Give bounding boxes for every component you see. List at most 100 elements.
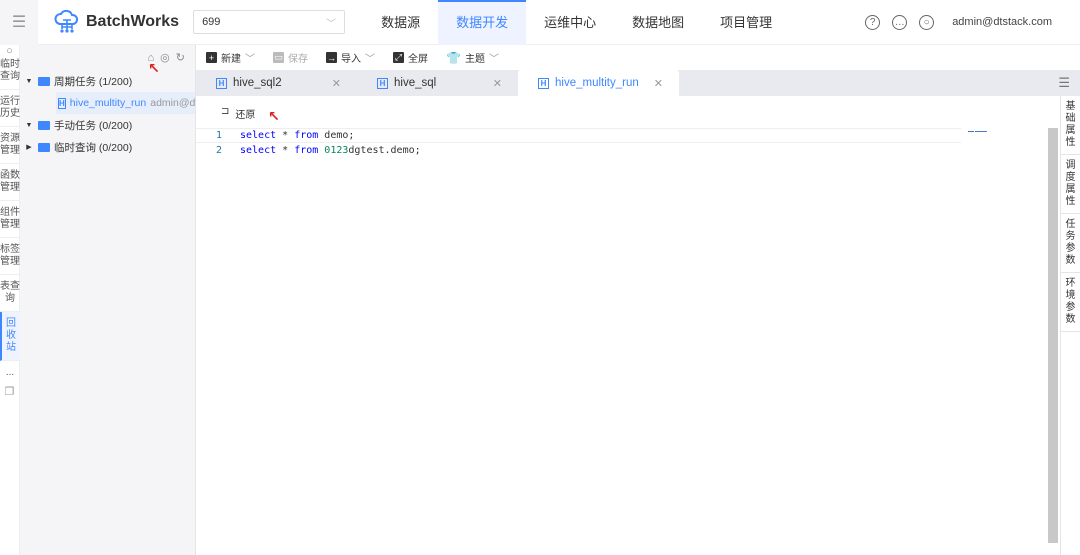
editor-scrollbar[interactable] [1048, 128, 1058, 543]
top-header: ☰ BatchWorks 699 ﹀ 数据源 数据开发 运维中心 数据地图 项目管… [0, 0, 1080, 45]
nav-temp-query[interactable]: 临时查询 [0, 59, 20, 90]
restore-icon: ⊐ [221, 106, 230, 117]
tab-hive-sql[interactable]: Hhive_sql ✕ [357, 70, 518, 96]
nav-data-map[interactable]: 数据地图 [614, 0, 702, 45]
annotation-arrow-icon: ↖ [268, 108, 280, 124]
restore-button[interactable]: ⊐ 还原 [221, 106, 255, 121]
chevron-down-icon: ﹀ [326, 18, 337, 30]
caret-down-icon: ▼ [25, 121, 33, 129]
project-select-value: 699 [202, 16, 221, 28]
hive-icon: H [58, 97, 66, 109]
identifier: demo; [318, 130, 355, 141]
identifier: dgtest.demo; [348, 145, 421, 156]
plus-icon: + [206, 52, 217, 63]
panel-task-params[interactable]: 任务参数 [1061, 214, 1080, 273]
nav-table-query[interactable]: 表查询 [0, 275, 20, 312]
message-icon[interactable]: … [892, 14, 908, 30]
nav-more[interactable]: ... [0, 361, 20, 385]
tab-hive-sql2[interactable]: Hhive_sql2 ✕ [196, 70, 357, 96]
panel-env-params[interactable]: 环境参数 [1061, 273, 1080, 332]
folder-icon [38, 76, 50, 86]
new-button[interactable]: + 新建 ﹀ [206, 50, 255, 65]
line-number: 1 [215, 130, 222, 141]
tree-folder-temp-query[interactable]: ▶ 临时查询 (0/200) [20, 136, 195, 158]
editor-tabs: Hhive_sql2 ✕ Hhive_sql ✕ Hhive_multity_run… [196, 70, 1080, 96]
new-label: 新建 [221, 54, 241, 65]
save-icon: ▭ [273, 52, 284, 63]
close-icon[interactable]: ✕ [654, 77, 663, 90]
close-icon[interactable]: ✕ [493, 77, 502, 90]
caret-right-icon: ▶ [26, 144, 32, 151]
panel-basic-props[interactable]: 基础属性 [1061, 96, 1080, 155]
left-nav: ○ 临时查询 运行历史 资源管理 函数管理 组件管理 标签管理 表查询 回收站 … [0, 45, 20, 555]
user-account[interactable]: admin@dtstack.com [952, 16, 1052, 28]
save-button[interactable]: ▭ 保存 [273, 50, 308, 65]
folder-icon [38, 142, 50, 152]
menu-toggle-icon[interactable]: ☰ [0, 0, 38, 45]
editor-toolbar: + 新建 ﹀ ▭ 保存 → 导入 ﹀ ⤢ 全屏 👕 主题 ﹀ [196, 45, 1080, 70]
project-select[interactable]: 699 ﹀ [193, 10, 346, 34]
code-line: 2 select * from 0123dgtest.demo; [196, 143, 1048, 158]
theme-button[interactable]: 👕 主题 ﹀ [446, 50, 499, 66]
hive-icon: H [538, 77, 549, 89]
line-number: 2 [215, 145, 222, 156]
chevron-down-icon: ﹀ [245, 54, 255, 65]
nav-run-history[interactable]: 运行历史 [0, 90, 20, 127]
close-icon[interactable]: ✕ [332, 77, 341, 90]
shirt-icon: 👕 [446, 50, 461, 65]
annotation-arrow-icon: ↖ [148, 60, 160, 76]
tree-folder-periodic[interactable]: ▼ 周期任务 (1/200) [20, 70, 195, 92]
gear-icon[interactable]: ○ [919, 14, 935, 30]
theme-label: 主题 [464, 54, 485, 65]
fullscreen-button[interactable]: ⤢ 全屏 [393, 50, 428, 65]
refresh-icon[interactable]: ↻ [176, 51, 185, 64]
keyword: select [240, 130, 277, 141]
tab-list-icon[interactable]: ☰ [1058, 75, 1070, 91]
task-name: hive_multity_run [69, 97, 147, 109]
code-line: 1 select * from demo; [196, 128, 961, 143]
copy-icon[interactable]: ❐ [0, 385, 19, 398]
nav-tag-mgmt[interactable]: 标签管理 [0, 238, 20, 275]
nav-project-mgmt[interactable]: 项目管理 [702, 0, 790, 45]
logo[interactable]: BatchWorks [54, 9, 179, 35]
hive-icon: H [216, 77, 227, 89]
import-icon: → [326, 52, 337, 63]
task-tree-panel: ⌂ ◎ ↻ ▼ 周期任务 (1/200) Hhive_multity_run adm… [20, 45, 206, 555]
minimap[interactable]: ▬▬ ▬▬▬▬ [968, 129, 987, 133]
help-icon[interactable]: ? [865, 14, 881, 30]
nav-datasource[interactable]: 数据源 [363, 0, 438, 45]
nav-recycle-bin[interactable]: 回收站 [0, 312, 20, 361]
locate-icon[interactable]: ◎ [160, 51, 170, 64]
nav-resource-mgmt[interactable]: 资源管理 [0, 127, 20, 164]
nav-data-dev[interactable]: 数据开发 [438, 0, 527, 45]
nav-component-mgmt[interactable]: 组件管理 [0, 201, 20, 238]
keyword: select [240, 145, 277, 156]
tree-folder-manual[interactable]: ▼ 手动任务 (0/200) [20, 114, 195, 136]
operator: * [276, 145, 295, 156]
folder-label: 手动任务 (0/200) [54, 119, 133, 132]
nav-function-mgmt[interactable]: 函数管理 [0, 164, 20, 201]
cloud-logo-icon [54, 9, 79, 33]
import-button[interactable]: → 导入 ﹀ [326, 50, 375, 65]
hive-icon: H [377, 77, 388, 89]
tab-label: hive_sql [394, 77, 437, 89]
tab-label: hive_sql2 [233, 77, 282, 89]
restore-label: 还原 [235, 110, 256, 121]
fullscreen-label: 全屏 [408, 54, 428, 65]
folder-label: 周期任务 (1/200) [54, 75, 133, 88]
import-label: 导入 [341, 54, 361, 65]
tab-hive-multity-run[interactable]: Hhive_multity_run ✕ [518, 70, 679, 96]
fullscreen-icon: ⤢ [393, 52, 404, 63]
chevron-down-icon: ﹀ [365, 54, 375, 65]
tab-label: hive_multity_run [555, 77, 639, 89]
code-editor[interactable]: ⊐ 还原 1 select * from demo; 2 select * from … [196, 96, 1060, 555]
search-icon[interactable]: ○ [0, 45, 19, 59]
panel-schedule-props[interactable]: 调度属性 [1061, 155, 1080, 214]
save-label: 保存 [288, 54, 308, 65]
number-literal: 0123 [318, 145, 349, 156]
nav-ops-center[interactable]: 运维中心 [526, 0, 614, 45]
caret-down-icon: ▼ [25, 77, 33, 85]
tree-task-item[interactable]: Hhive_multity_run admin@dtst [56, 92, 206, 114]
right-property-panel: 基础属性 调度属性 任务参数 环境参数 [1060, 96, 1080, 555]
chevron-down-icon: ﹀ [488, 54, 499, 65]
